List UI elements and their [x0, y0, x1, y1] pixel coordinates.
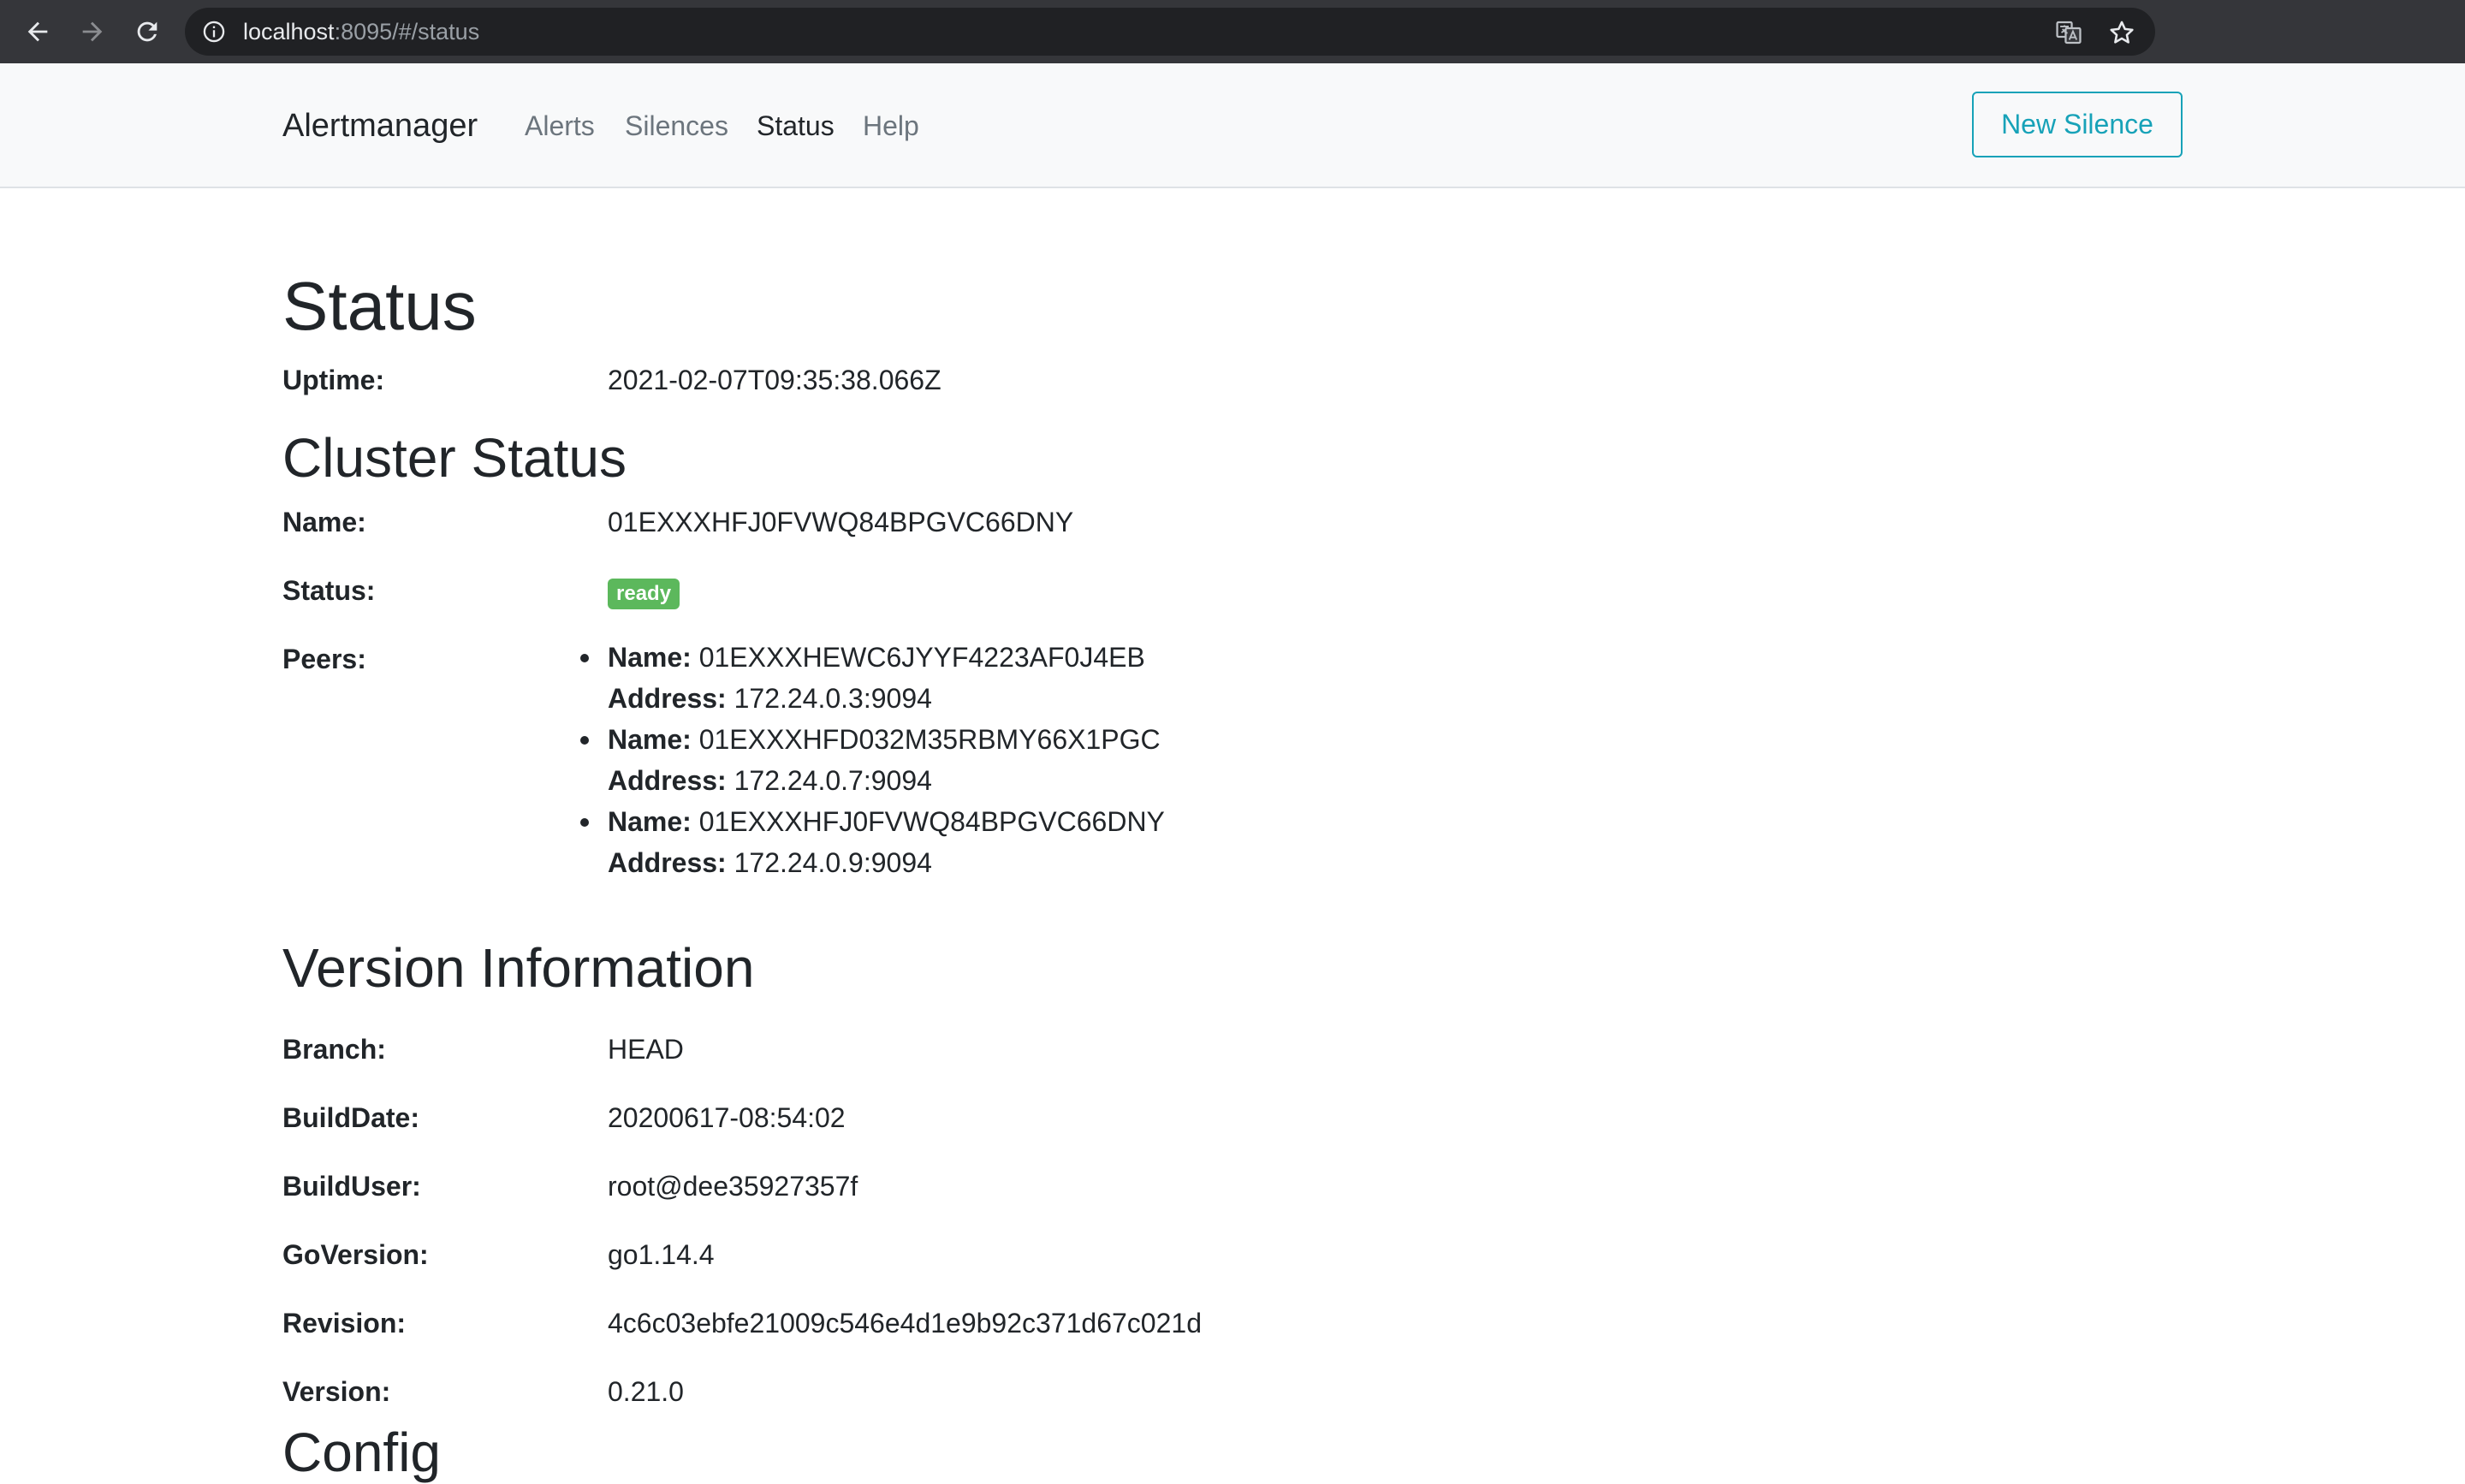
page-title: Status [282, 268, 477, 344]
address-bar[interactable]: localhost:8095/#/status [185, 8, 2155, 56]
nav-link-alerts[interactable]: Alerts [525, 63, 595, 188]
peer-item: Name: 01EXXXHEWC6JYYF4223AF0J4EB Address… [580, 637, 1165, 719]
nav-link-status[interactable]: Status [757, 63, 835, 188]
url-text[interactable]: localhost:8095/#/status [243, 8, 479, 56]
build-date-label: BuildDate: [282, 1102, 419, 1133]
go-version-value: go1.14.4 [608, 1239, 715, 1270]
version-label: Version: [282, 1376, 391, 1407]
peer-name-label: Name: [608, 724, 692, 755]
peer-address-value: 172.24.0.3:9094 [734, 683, 932, 714]
reload-icon [137, 21, 157, 42]
reload-button[interactable] [128, 13, 166, 50]
peer-address-label: Address: [608, 683, 727, 714]
status-page-content: Status Uptime: 2021-02-07T09:35:38.066Z … [282, 188, 2183, 1483]
forward-arrow-icon [82, 21, 103, 42]
branch-value: HEAD [608, 1034, 684, 1065]
bookmark-star-icon[interactable] [2107, 18, 2136, 47]
build-date-value: 20200617-08:54:02 [608, 1102, 846, 1133]
uptime-label: Uptime: [282, 365, 385, 395]
back-button[interactable] [19, 13, 56, 50]
info-icon[interactable] [202, 20, 226, 44]
peer-address-label: Address: [608, 765, 727, 796]
app-navbar: Alertmanager Alerts Silences Status Help… [0, 63, 2465, 188]
peer-address-value: 172.24.0.9:9094 [734, 847, 932, 878]
build-user-value: root@dee35927357f [608, 1171, 858, 1202]
uptime-value: 2021-02-07T09:35:38.066Z [608, 365, 941, 395]
peer-name-label: Name: [608, 806, 692, 837]
peer-item: Name: 01EXXXHFD032M35RBMY66X1PGC Address… [580, 719, 1165, 801]
version-value: 0.21.0 [608, 1376, 684, 1407]
back-arrow-icon [27, 21, 48, 42]
translate-icon[interactable] [2054, 18, 2083, 47]
peer-name-value: 01EXXXHFD032M35RBMY66X1PGC [698, 724, 1161, 755]
cluster-status-heading: Cluster Status [282, 427, 627, 489]
peer-address-value: 172.24.0.7:9094 [734, 765, 932, 796]
revision-value: 4c6c03ebfe21009c546e4d1e9b92c371d67c021d [608, 1308, 1202, 1339]
browser-toolbar: localhost:8095/#/status [0, 0, 2465, 63]
cluster-name-value: 01EXXXHFJ0FVWQ84BPGVC66DNY [608, 507, 1074, 537]
new-silence-button[interactable]: New Silence [1972, 92, 2183, 157]
config-heading: Config [282, 1422, 441, 1483]
brand-link[interactable]: Alertmanager [282, 63, 478, 188]
cluster-status-label: Status: [282, 575, 376, 606]
branch-label: Branch: [282, 1034, 386, 1065]
build-user-label: BuildUser: [282, 1171, 421, 1202]
cluster-name-label: Name: [282, 507, 366, 537]
peer-name-value: 01EXXXHEWC6JYYF4223AF0J4EB [698, 642, 1145, 673]
forward-button[interactable] [74, 13, 111, 50]
peer-name-label: Name: [608, 642, 692, 673]
url-path: :8095/#/status [334, 19, 480, 45]
version-information-heading: Version Information [282, 937, 755, 999]
peers-label: Peers: [282, 644, 366, 674]
go-version-label: GoVersion: [282, 1239, 429, 1270]
nav-link-silences[interactable]: Silences [625, 63, 728, 188]
peer-item: Name: 01EXXXHFJ0FVWQ84BPGVC66DNY Address… [580, 801, 1165, 883]
peer-address-label: Address: [608, 847, 727, 878]
status-badge: ready [608, 579, 680, 609]
nav-link-help[interactable]: Help [863, 63, 919, 188]
peer-name-value: 01EXXXHFJ0FVWQ84BPGVC66DNY [698, 806, 1165, 837]
revision-label: Revision: [282, 1308, 407, 1339]
peers-list: Name: 01EXXXHEWC6JYYF4223AF0J4EB Address… [580, 637, 1165, 883]
url-host: localhost [243, 19, 335, 45]
